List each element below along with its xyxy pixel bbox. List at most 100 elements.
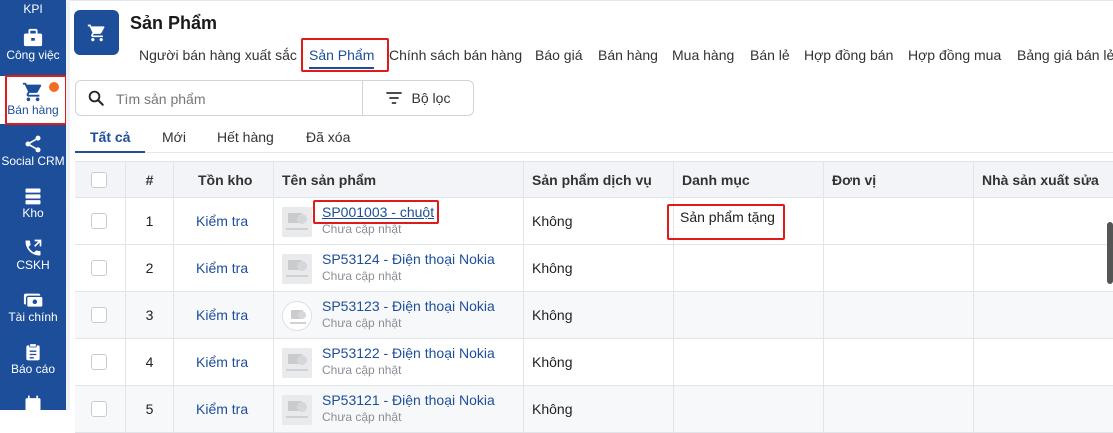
sidebar-item-bao-cao[interactable]: Báo cáo (0, 342, 66, 382)
sidebar-item-kho[interactable]: Kho (0, 186, 66, 226)
sidebar-item-kpi[interactable]: KPI (0, 0, 66, 22)
stock-cell: Kiểm tra (173, 386, 273, 432)
product-name-link[interactable]: SP53121 - Điện thoại Nokia (322, 392, 495, 408)
name-cell: SP53124 - Điện thoại Nokia Chưa cập nhật (273, 245, 523, 291)
sidebar-item-cong-viec[interactable]: Công việc (0, 28, 66, 70)
product-name-link[interactable]: SP53122 - Điện thoại Nokia (322, 345, 495, 361)
row-index: 4 (145, 354, 154, 370)
tab-ban-le[interactable]: Bán lẻ (750, 44, 790, 66)
filter-button[interactable]: Bộ lọc (363, 81, 473, 115)
name-cell: SP001003 - chuột Chưa cập nhật (273, 198, 523, 244)
sidebar-item-ban-hang[interactable]: Bán hàng (0, 76, 66, 124)
column-header-index[interactable]: # (125, 162, 173, 199)
row-index: 2 (145, 260, 154, 276)
column-header-name[interactable]: Tên sản phẩm (273, 162, 523, 199)
row-checkbox[interactable] (91, 260, 107, 276)
index-cell: 1 (125, 198, 173, 244)
tab-bang-gia-ban-le[interactable]: Bảng giá bán lẻ (1017, 44, 1113, 66)
service-value: Không (532, 213, 573, 229)
sidebar-item-more[interactable] (0, 394, 66, 410)
product-name-link[interactable]: SP53124 - Điện thoại Nokia (322, 251, 495, 267)
search-input[interactable] (116, 89, 356, 109)
product-subtitle: Chưa cập nhật (322, 363, 402, 377)
notification-dot (49, 82, 59, 92)
filter-icon (385, 92, 402, 104)
maker-cell (973, 245, 1113, 291)
tab-hop-dong-mua[interactable]: Hợp đồng mua (908, 44, 1001, 66)
category-cell (673, 245, 823, 291)
service-value: Không (532, 401, 573, 417)
product-subtitle: Chưa cập nhật (322, 222, 402, 236)
index-cell: 4 (125, 339, 173, 385)
maker-cell (973, 339, 1113, 385)
sidebar-item-label: CSKH (16, 258, 50, 272)
check-stock-link[interactable]: Kiểm tra (174, 292, 273, 338)
tab-het-hang[interactable]: Hết hàng (217, 129, 274, 145)
column-header-service[interactable]: Sản phẩm dịch vụ (523, 162, 673, 199)
category-value: Sản phẩm tặng (680, 209, 775, 225)
table-header: # Tồn kho Tên sản phẩm Sản phẩm dịch vụ … (75, 161, 1113, 199)
column-header-maker[interactable]: Nhà sản xuất sửa (973, 162, 1113, 199)
briefcase-icon (23, 28, 43, 47)
column-header-stock[interactable]: Tồn kho (173, 162, 273, 199)
tab-mua-hang[interactable]: Mua hàng (672, 44, 734, 66)
select-cell (75, 339, 125, 385)
sidebar-item-cskh[interactable]: CSKH (0, 238, 66, 278)
column-header-unit[interactable]: Đơn vị (823, 162, 973, 199)
tab-hop-dong-ban[interactable]: Hợp đồng bán (804, 44, 893, 66)
maker-cell (973, 292, 1113, 338)
row-checkbox[interactable] (91, 213, 107, 229)
service-cell: Không (523, 386, 673, 432)
select-cell (75, 292, 125, 338)
service-value: Không (532, 354, 573, 370)
product-thumbnail (282, 301, 312, 331)
table-row[interactable]: 4 Kiểm tra SP53122 - Điện thoại Nokia Ch… (75, 339, 1113, 386)
index-cell: 5 (125, 386, 173, 432)
product-thumbnail (282, 348, 312, 378)
table-row[interactable]: 2 Kiểm tra SP53124 - Điện thoại Nokia Ch… (75, 245, 1113, 292)
stock-cell: Kiểm tra (173, 292, 273, 338)
check-stock-link[interactable]: Kiểm tra (174, 339, 273, 385)
tab-bao-gia[interactable]: Báo giá (535, 44, 582, 66)
service-cell: Không (523, 245, 673, 291)
product-name-link[interactable]: SP53123 - Điện thoại Nokia (322, 298, 495, 314)
product-thumbnail (282, 254, 312, 284)
tab-nguoi-ban-hang-xuat-sac[interactable]: Người bán hàng xuất sắc (139, 44, 297, 66)
tab-san-pham[interactable]: Sản Phẩm (309, 44, 375, 69)
check-stock-link[interactable]: Kiểm tra (174, 198, 273, 244)
sidebar-item-social-crm[interactable]: Social CRM (0, 134, 66, 176)
select-all-checkbox[interactable] (91, 172, 107, 188)
category-cell: Sản phẩm tặng (673, 198, 823, 244)
product-name-link[interactable]: SP001003 - chuột (322, 204, 434, 220)
product-subtitle: Chưa cập nhật (322, 316, 402, 330)
tab-ban-hang[interactable]: Bán hàng (598, 44, 658, 66)
tab-tat-ca[interactable]: Tất cả (90, 129, 130, 145)
page-title: Sản Phẩm (130, 13, 218, 33)
row-checkbox[interactable] (91, 354, 107, 370)
table-row[interactable]: 3 Kiểm tra SP53123 - Điện thoại Nokia Ch… (75, 292, 1113, 339)
check-stock-link[interactable]: Kiểm tra (174, 386, 273, 432)
product-subtitle: Chưa cập nhật (322, 410, 402, 424)
sidebar-item-label: Công việc (6, 48, 60, 62)
no-image-icon (286, 213, 308, 230)
table-row[interactable]: 1 Kiểm tra SP001003 - chuột Chưa cập nhậ… (75, 198, 1113, 245)
vertical-scrollbar[interactable] (1107, 222, 1113, 284)
search-bar: Bộ lọc (75, 80, 474, 116)
service-value: Không (532, 307, 573, 323)
column-header-category[interactable]: Danh mục (673, 162, 823, 199)
tab-moi[interactable]: Mới (162, 129, 186, 145)
row-checkbox[interactable] (91, 401, 107, 417)
divider (75, 152, 1113, 153)
tab-da-xoa[interactable]: Đã xóa (306, 129, 350, 145)
tab-chinh-sach-ban-hang[interactable]: Chính sách bán hàng (389, 44, 522, 66)
check-stock-link[interactable]: Kiểm tra (174, 245, 273, 291)
clipboard-icon (26, 343, 40, 361)
no-image-icon (290, 310, 306, 324)
row-checkbox[interactable] (91, 307, 107, 323)
service-value: Không (532, 260, 573, 276)
no-image-icon (286, 354, 308, 371)
name-cell: SP53121 - Điện thoại Nokia Chưa cập nhật (273, 386, 523, 432)
row-index: 5 (145, 401, 154, 417)
sidebar-item-label: Tài chính (8, 310, 58, 324)
sidebar-item-tai-chinh[interactable]: Tài chính (0, 290, 66, 330)
